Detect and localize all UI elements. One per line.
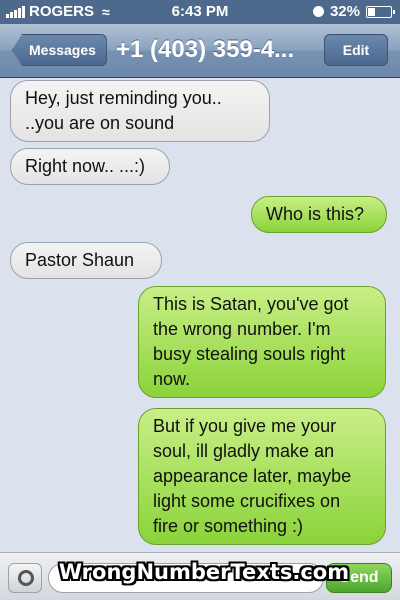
message-line: busy stealing souls right [153,344,346,364]
message-line: Pastor Shaun [25,250,135,270]
watermark-text: WrongNumberTexts.com [58,560,350,584]
status-bar: ROGERS ≈ 6:43 PM 32% [0,0,400,24]
battery-icon [366,5,395,18]
battery-percent: 32% [329,3,360,20]
message-line: Who is this? [266,204,365,224]
message-line: Right now.. ...:) [25,156,146,176]
message-bubble-outgoing: This is Satan, you've got the wrong numb… [138,286,386,398]
message-bubble-incoming: Pastor Shaun [10,242,162,279]
messages-back-button[interactable]: Messages [12,34,107,66]
clock-icon [312,6,324,17]
navigation-bar: Messages +1 (403) 359-4... Edit [0,24,400,78]
message-line: But if you give me your [153,416,337,436]
message-line: Hey, just reminding you.. [25,88,222,108]
message-line: the wrong number. I'm [153,319,331,339]
edit-button[interactable]: Edit [324,34,388,66]
message-bubble-outgoing: But if you give me your soul, ill gladly… [138,408,386,545]
message-line: This is Satan, you've got [153,294,349,314]
message-bubble-outgoing: Who is this? [251,196,387,233]
message-line: light some crucifixes on [153,491,341,511]
message-bubble-incoming: Right now.. ...:) [10,148,170,185]
battery-fill [368,7,375,16]
camera-icon[interactable] [8,563,42,593]
message-line: soul, ill gladly make an [153,441,335,461]
message-line: fire or something :) [153,516,304,536]
message-line: now. [153,369,191,389]
message-line: appearance later, maybe [153,466,352,486]
message-bubble-incoming: Hey, just reminding you.. ..you are on s… [10,80,270,142]
status-right: 32% [312,3,395,20]
message-line: ..you are on sound [25,113,175,133]
conversation-title: +1 (403) 359-4... [116,36,295,63]
